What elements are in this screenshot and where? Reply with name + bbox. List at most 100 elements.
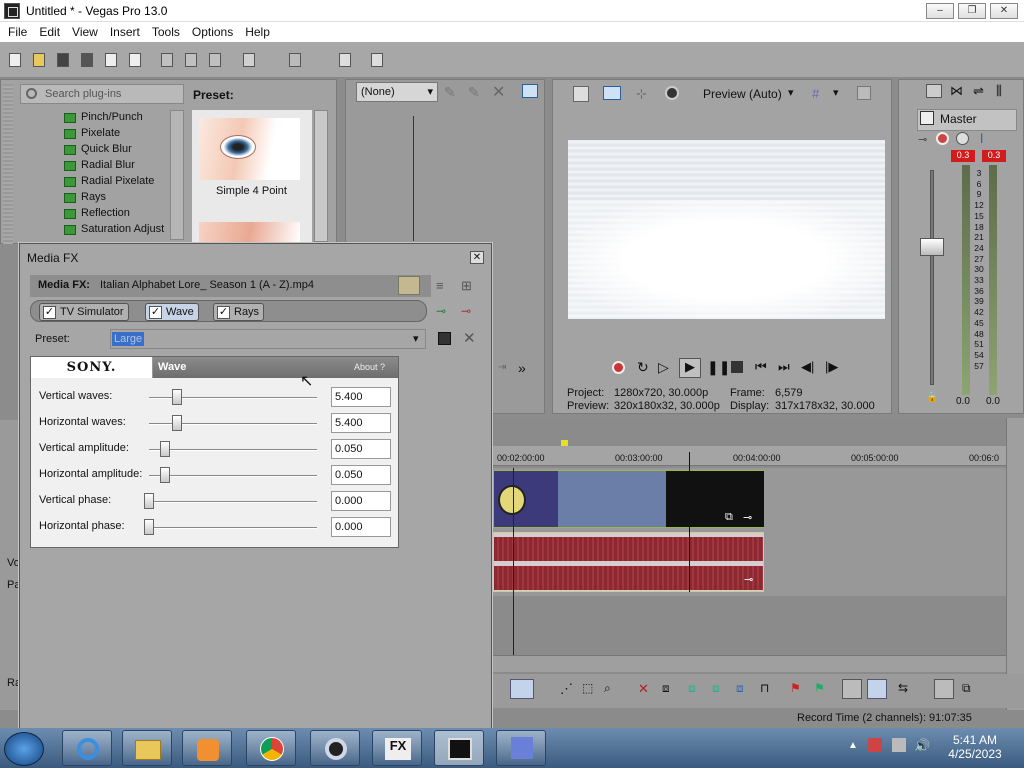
media-fx-titlebar[interactable]: Media FX ✕ xyxy=(20,244,491,272)
lock-icon[interactable]: 🔒 xyxy=(926,392,938,403)
remove-fx-icon[interactable]: ⊸ xyxy=(461,304,471,318)
network-icon[interactable] xyxy=(892,738,906,752)
envelope-tool-icon[interactable]: ⋰ xyxy=(560,681,573,697)
selection-tool-icon[interactable]: ⬚ xyxy=(582,681,593,695)
trimmer-more-icon[interactable]: » xyxy=(518,360,526,376)
save-preset-icon[interactable] xyxy=(438,332,451,345)
menu-file[interactable]: File xyxy=(0,22,31,39)
taskbar-ie[interactable] xyxy=(62,730,112,766)
normal-edit-tool-icon[interactable] xyxy=(510,679,534,699)
insert-fx-icon[interactable]: ⊸ xyxy=(918,133,927,146)
preset-dropdown[interactable]: Large ▾ xyxy=(110,329,426,349)
trimmer-arrow-icon[interactable]: ⇥ xyxy=(498,362,506,373)
trim-start-icon[interactable]: ⧈ xyxy=(688,681,696,696)
value-field[interactable]: 5.400 xyxy=(331,387,391,407)
taskbar-quicktime[interactable] xyxy=(310,730,360,766)
loop-icon[interactable]: ↻ xyxy=(637,359,649,376)
solo-icon[interactable]: ǀ xyxy=(980,131,983,146)
menu-help[interactable]: Help xyxy=(237,22,274,39)
auto-crossfade-icon[interactable] xyxy=(867,679,887,699)
paste-icon[interactable] xyxy=(206,51,224,69)
audio-event-fx-icon[interactable]: ⊸ xyxy=(744,573,753,586)
chevron-down-icon[interactable]: ▾ xyxy=(833,86,839,99)
zoom-tool-icon[interactable]: ⌕ xyxy=(604,681,611,696)
auto-ripple-icon[interactable] xyxy=(842,679,862,699)
copy-icon[interactable] xyxy=(182,51,200,69)
menu-options[interactable]: Options xyxy=(184,22,237,39)
lock-envelopes-icon[interactable] xyxy=(934,679,954,699)
grid-view-icon[interactable]: ⊞ xyxy=(461,278,472,294)
trim-icon[interactable]: ⧈ xyxy=(662,681,670,696)
menu-insert[interactable]: Insert xyxy=(102,22,144,39)
chevron-down-icon[interactable]: ▾ xyxy=(413,332,419,345)
trimmer-tool-icon[interactable]: ✎ xyxy=(444,84,456,101)
delete-icon[interactable]: ✕ xyxy=(638,681,649,697)
audio-event[interactable]: ⊸ xyxy=(493,532,764,592)
taskbar-media-player[interactable] xyxy=(182,730,232,766)
marker-icon[interactable]: ⚑ xyxy=(790,681,801,695)
video-event[interactable]: ⧉ ⊸ xyxy=(493,470,764,528)
value-field[interactable]: 0.050 xyxy=(331,465,391,485)
chevron-down-icon[interactable]: ▾ xyxy=(788,86,794,99)
preview-quality-dropdown[interactable]: Preview (Auto) xyxy=(703,87,782,101)
master-fader-handle[interactable] xyxy=(920,238,944,256)
plugin-scrollbar[interactable] xyxy=(170,110,184,240)
go-to-start-icon[interactable]: ⏮ xyxy=(755,359,767,375)
taskbar-chrome[interactable] xyxy=(246,730,296,766)
time-ruler[interactable]: 00:02:00:00 00:03:00:00 00:04:00:00 00:0… xyxy=(493,446,1006,466)
save-icon[interactable] xyxy=(54,51,72,69)
peak-right-badge[interactable]: 0.3 xyxy=(982,150,1006,162)
delete-preset-icon[interactable]: ✕ xyxy=(463,329,476,347)
value-field[interactable]: 0.000 xyxy=(331,517,391,537)
search-input[interactable]: Search plug-ins xyxy=(20,84,184,104)
timeline-horizontal-scrollbar[interactable] xyxy=(493,655,1006,672)
ignore-grouping-icon[interactable]: ⧉ xyxy=(962,681,971,696)
playhead-cursor[interactable] xyxy=(689,452,690,592)
slider-thumb[interactable] xyxy=(144,519,154,535)
value-field[interactable]: 5.400 xyxy=(331,413,391,433)
trimmer-close-icon[interactable]: ✕ xyxy=(492,82,505,102)
preset-thumbnail-2[interactable] xyxy=(199,222,300,244)
peak-left-badge[interactable]: 0.3 xyxy=(951,150,975,162)
slider-thumb[interactable] xyxy=(160,467,170,483)
record-icon[interactable] xyxy=(612,361,625,374)
pause-icon[interactable]: ❚❚ xyxy=(707,359,730,376)
previous-frame-icon[interactable]: ◀| xyxy=(801,359,814,375)
render-icon[interactable] xyxy=(102,51,120,69)
split-screen-icon[interactable]: ⊹ xyxy=(636,86,647,102)
trimmer-tool2-icon[interactable]: ✎ xyxy=(468,84,480,101)
dim-output-icon[interactable]: ⇌ xyxy=(973,83,984,99)
ripple-mode-icon[interactable]: ⇆ xyxy=(898,681,908,695)
trimmer-monitor-icon[interactable] xyxy=(522,84,538,98)
slider-thumb[interactable] xyxy=(172,415,182,431)
play-icon[interactable]: ▶ xyxy=(679,358,701,378)
add-fx-icon[interactable]: ⊸ xyxy=(436,304,446,318)
region-icon[interactable]: ⚑ xyxy=(814,681,825,695)
taskbar-vegas-fx[interactable]: FX xyxy=(372,730,422,766)
event-fx-icon[interactable]: ⊸ xyxy=(743,511,752,524)
value-field[interactable]: 0.000 xyxy=(331,491,391,511)
whats-this-icon[interactable] xyxy=(368,51,386,69)
external-monitor-icon[interactable] xyxy=(603,86,621,100)
taskbar-app[interactable] xyxy=(496,730,546,766)
downmix-icon[interactable]: ⋈ xyxy=(950,83,963,99)
mute-icon[interactable] xyxy=(956,132,969,145)
cut-icon[interactable] xyxy=(158,51,176,69)
undo-icon[interactable] xyxy=(240,51,258,69)
fx-chain-wave[interactable]: ✓ Wave xyxy=(145,303,199,321)
restore-button[interactable]: ❐ xyxy=(958,3,986,19)
media-fx-close-button[interactable]: ✕ xyxy=(470,251,484,264)
minimize-button[interactable]: – xyxy=(926,3,954,19)
slider-thumb[interactable] xyxy=(160,441,170,457)
timeline-vertical-scrollbar[interactable] xyxy=(1006,418,1024,710)
new-icon[interactable] xyxy=(6,51,24,69)
action-center-icon[interactable] xyxy=(868,738,882,752)
slider-thumb[interactable] xyxy=(172,389,182,405)
list-view-icon[interactable]: ≡ xyxy=(436,278,444,293)
taskbar-vegas-pro[interactable] xyxy=(434,730,484,766)
preset-scrollbar[interactable] xyxy=(314,110,328,242)
next-frame-icon[interactable]: |▶ xyxy=(825,359,838,375)
menu-view[interactable]: View xyxy=(64,22,102,39)
preset-value[interactable]: Large xyxy=(112,332,145,346)
preview-fx-icon[interactable] xyxy=(665,86,679,100)
